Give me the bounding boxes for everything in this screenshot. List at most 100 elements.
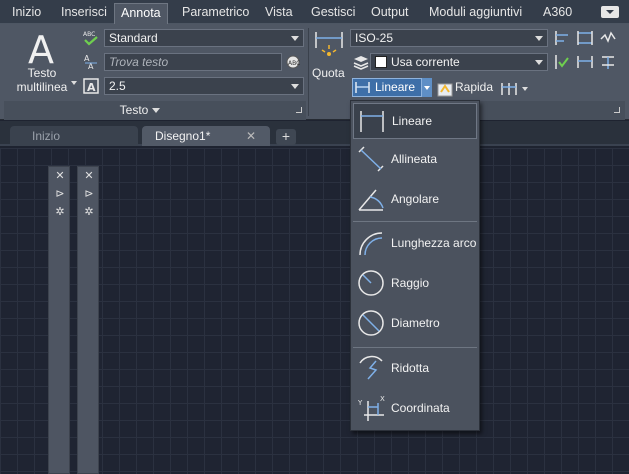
chevron-down-icon: [535, 60, 543, 65]
dimension-style-value: ISO-25: [355, 31, 394, 45]
arc-length-icon: [359, 232, 383, 256]
menu-item-ridotta[interactable]: Ridotta: [353, 351, 477, 387]
dim-update-icon[interactable]: [553, 53, 571, 71]
new-tab-button[interactable]: +: [276, 129, 296, 145]
tab-vista[interactable]: Vista: [265, 3, 293, 23]
dimension-icon[interactable]: [312, 28, 346, 64]
file-tab-inizio[interactable]: Inizio: [10, 126, 138, 146]
svg-text:X: X: [380, 395, 385, 403]
menu-divider: [353, 347, 477, 348]
tab-annota[interactable]: Annota: [114, 3, 168, 25]
dim-adjust-icon[interactable]: [599, 53, 617, 71]
dialog-launcher-icon[interactable]: [614, 107, 620, 113]
close-icon[interactable]: ✕: [54, 170, 66, 182]
diameter-icon: [358, 310, 384, 336]
find-text-icon: A A: [84, 54, 97, 71]
angular-dim-icon: [358, 189, 384, 211]
svg-text:Y: Y: [357, 399, 363, 407]
dim-continue-icon[interactable]: [576, 53, 594, 71]
dialog-launcher-icon[interactable]: [296, 107, 302, 113]
menu-item-allineata-label: Allineata: [391, 152, 438, 166]
spell-check-icon[interactable]: ABC: [82, 29, 100, 47]
properties-icon[interactable]: ✲: [83, 206, 95, 218]
dimension-layer-select[interactable]: Usa corrente: [370, 53, 548, 71]
multiline-text-button[interactable]: Testo multilinea: [8, 66, 76, 94]
ribbon-panel: A Testo multilinea ABC Standard A A Trov…: [0, 24, 629, 120]
menu-item-diametro-label: Diametro: [391, 316, 440, 330]
quick-dim-button[interactable]: Rapida: [455, 80, 493, 94]
menu-item-ridotta-label: Ridotta: [391, 361, 430, 375]
close-icon[interactable]: ✕: [246, 126, 256, 146]
file-tab-bar: Inizio Disegno1* ✕ +: [0, 121, 629, 146]
jogged-icon: [359, 355, 383, 380]
text-style-value: Standard: [109, 31, 158, 45]
svg-text:A: A: [87, 81, 96, 94]
text-height-value: 2.5: [109, 79, 126, 93]
tab-parametrico[interactable]: Parametrico: [182, 3, 249, 23]
linear-dim-icon: [360, 111, 384, 132]
layer-icon: [353, 56, 369, 70]
tool-palette-right[interactable]: ✕ ⊳ ✲: [77, 166, 99, 474]
tab-inserisci[interactable]: Inserisci: [61, 3, 107, 23]
text-style-select[interactable]: Standard: [104, 29, 304, 47]
text-height-select[interactable]: 2.5: [104, 77, 304, 95]
chevron-down-icon: [291, 84, 299, 89]
tab-moduli-aggiuntivi[interactable]: Moduli aggiuntivi: [429, 3, 522, 23]
linear-dim-icon: [355, 82, 370, 93]
close-icon[interactable]: ✕: [83, 170, 95, 182]
chevron-down-icon[interactable]: [71, 81, 77, 85]
dimension-layer-value: Usa corrente: [391, 55, 460, 69]
menu-item-lineare[interactable]: Lineare: [353, 103, 477, 139]
find-text-input[interactable]: Trova testo: [104, 53, 282, 71]
menu-item-angolare-label: Angolare: [391, 192, 440, 206]
color-swatch: [375, 56, 387, 68]
menu-item-lunghezza-arco[interactable]: Lunghezza arco: [353, 226, 477, 262]
chevron-down-icon: [152, 108, 161, 114]
menu-item-lineare-label: Lineare: [392, 114, 433, 128]
radius-icon: [358, 270, 384, 296]
menu-item-coordinata[interactable]: Y X Coordinata: [353, 391, 477, 427]
menu-item-raggio[interactable]: Raggio: [353, 266, 477, 302]
menu-divider: [353, 221, 477, 222]
text-height-icon: A: [83, 78, 99, 94]
file-tab-disegno1[interactable]: Disegno1* ✕: [142, 126, 270, 146]
svg-text:ABC: ABC: [288, 60, 300, 67]
dim-break-icon[interactable]: [599, 29, 617, 47]
chevron-down-icon: [291, 36, 299, 41]
menu-item-allineata[interactable]: Allineata: [353, 142, 477, 178]
tab-inizio[interactable]: Inizio: [12, 3, 41, 23]
dimension-dropdown-menu: Lineare Allineata Angolare Lunghezza arc…: [350, 100, 480, 431]
linear-dim-dropdown-toggle[interactable]: [421, 78, 432, 97]
properties-icon[interactable]: ✲: [54, 206, 66, 218]
multiline-text-icon[interactable]: A: [28, 30, 54, 70]
svg-text:ABC: ABC: [83, 31, 95, 38]
aligned-dim-icon: [358, 146, 384, 172]
baseline-dim-icon[interactable]: [553, 29, 571, 47]
ordinate-icon: Y X: [357, 395, 385, 421]
tool-palette-left[interactable]: ✕ ⊳ ✲: [48, 166, 70, 474]
text-panel-title-label: Testo: [119, 103, 149, 117]
tab-output[interactable]: Output: [371, 3, 409, 23]
chevron-down-icon: [535, 36, 543, 41]
dimension-style-select[interactable]: ISO-25: [350, 29, 548, 47]
dim-panel-title-bar[interactable]: [480, 101, 625, 120]
ribbon-tab-bar: Inizio Inserisci Annota Parametrico Vist…: [0, 0, 629, 25]
chevron-down-icon[interactable]: [522, 87, 528, 91]
continue-dim-icon[interactable]: [500, 80, 518, 98]
dim-space-icon[interactable]: [576, 29, 594, 47]
find-replace-icon[interactable]: ABC: [285, 53, 303, 71]
menu-item-angolare[interactable]: Angolare: [353, 182, 477, 218]
linear-dim-label: Lineare: [375, 80, 416, 94]
quick-dim-icon[interactable]: [436, 80, 454, 98]
ribbon-options-button[interactable]: [601, 6, 619, 18]
menu-item-diametro[interactable]: Diametro: [353, 306, 477, 342]
quota-button[interactable]: Quota: [312, 66, 345, 80]
pin-icon[interactable]: ⊳: [54, 188, 66, 200]
file-tab-disegno1-label: Disegno1*: [155, 129, 211, 143]
file-tab-inizio-label: Inizio: [32, 129, 61, 143]
pin-icon[interactable]: ⊳: [83, 188, 95, 200]
tab-a360[interactable]: A360: [543, 3, 572, 23]
panel-divider: [308, 28, 309, 116]
text-panel-title[interactable]: Testo: [100, 102, 180, 118]
tab-gestisci[interactable]: Gestisci: [311, 3, 355, 23]
